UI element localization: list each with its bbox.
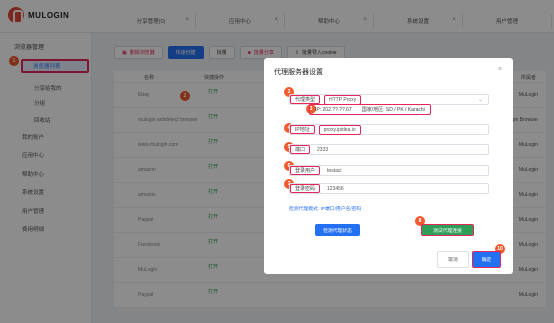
test-proxy-button[interactable]: 测试代理连接 — [421, 224, 474, 236]
cancel-button[interactable]: 取消 — [437, 251, 469, 268]
region-info-text: 国家/地区: SD / PK / Karachi — [361, 107, 425, 113]
username-label: 登录用户 — [290, 166, 321, 175]
password-label: 登录密码 — [290, 184, 321, 193]
ip-address-field[interactable]: IP地址 proxy.ipidea.io — [289, 124, 489, 135]
ip-address-value: proxy.ipidea.io — [318, 124, 361, 135]
username-value: testaci — [327, 167, 342, 174]
password-field[interactable]: 登录密码 123456 — [289, 183, 489, 194]
proxy-type-value: HTTP Proxy — [324, 94, 362, 105]
port-field[interactable]: 端口 2333 — [289, 144, 489, 155]
port-label: 端口 — [290, 145, 311, 154]
proxy-type-label: 代理类型 — [290, 95, 321, 104]
username-field[interactable]: 登录用户 testaci — [289, 165, 489, 176]
check-proxy-button[interactable]: 检测代理状态 — [315, 224, 360, 236]
proxy-ip-info: IP: 202.??.??.67 国家/地区: SD / PK / Karach… — [309, 104, 431, 115]
password-value: 123456 — [327, 185, 344, 192]
port-value: 2333 — [317, 146, 329, 153]
confirm-button[interactable]: 确定 — [472, 251, 501, 268]
dialog-title: 代理服务器设置 — [274, 69, 323, 76]
chevron-down-icon: ⌄ — [477, 97, 483, 103]
close-icon[interactable]: × — [498, 66, 502, 73]
proxy-settings-dialog: 代理服务器设置 × 3 代理类型 HTTP Proxy ⌄ 3 IP: 202.… — [264, 58, 513, 274]
ip-address-label: IP地址 — [290, 125, 315, 134]
proxy-mode-hint: 检测代理模式: IP端口/用户名/密码 — [289, 207, 362, 212]
ip-info-text: IP: 202.??.??.67 — [315, 106, 352, 113]
